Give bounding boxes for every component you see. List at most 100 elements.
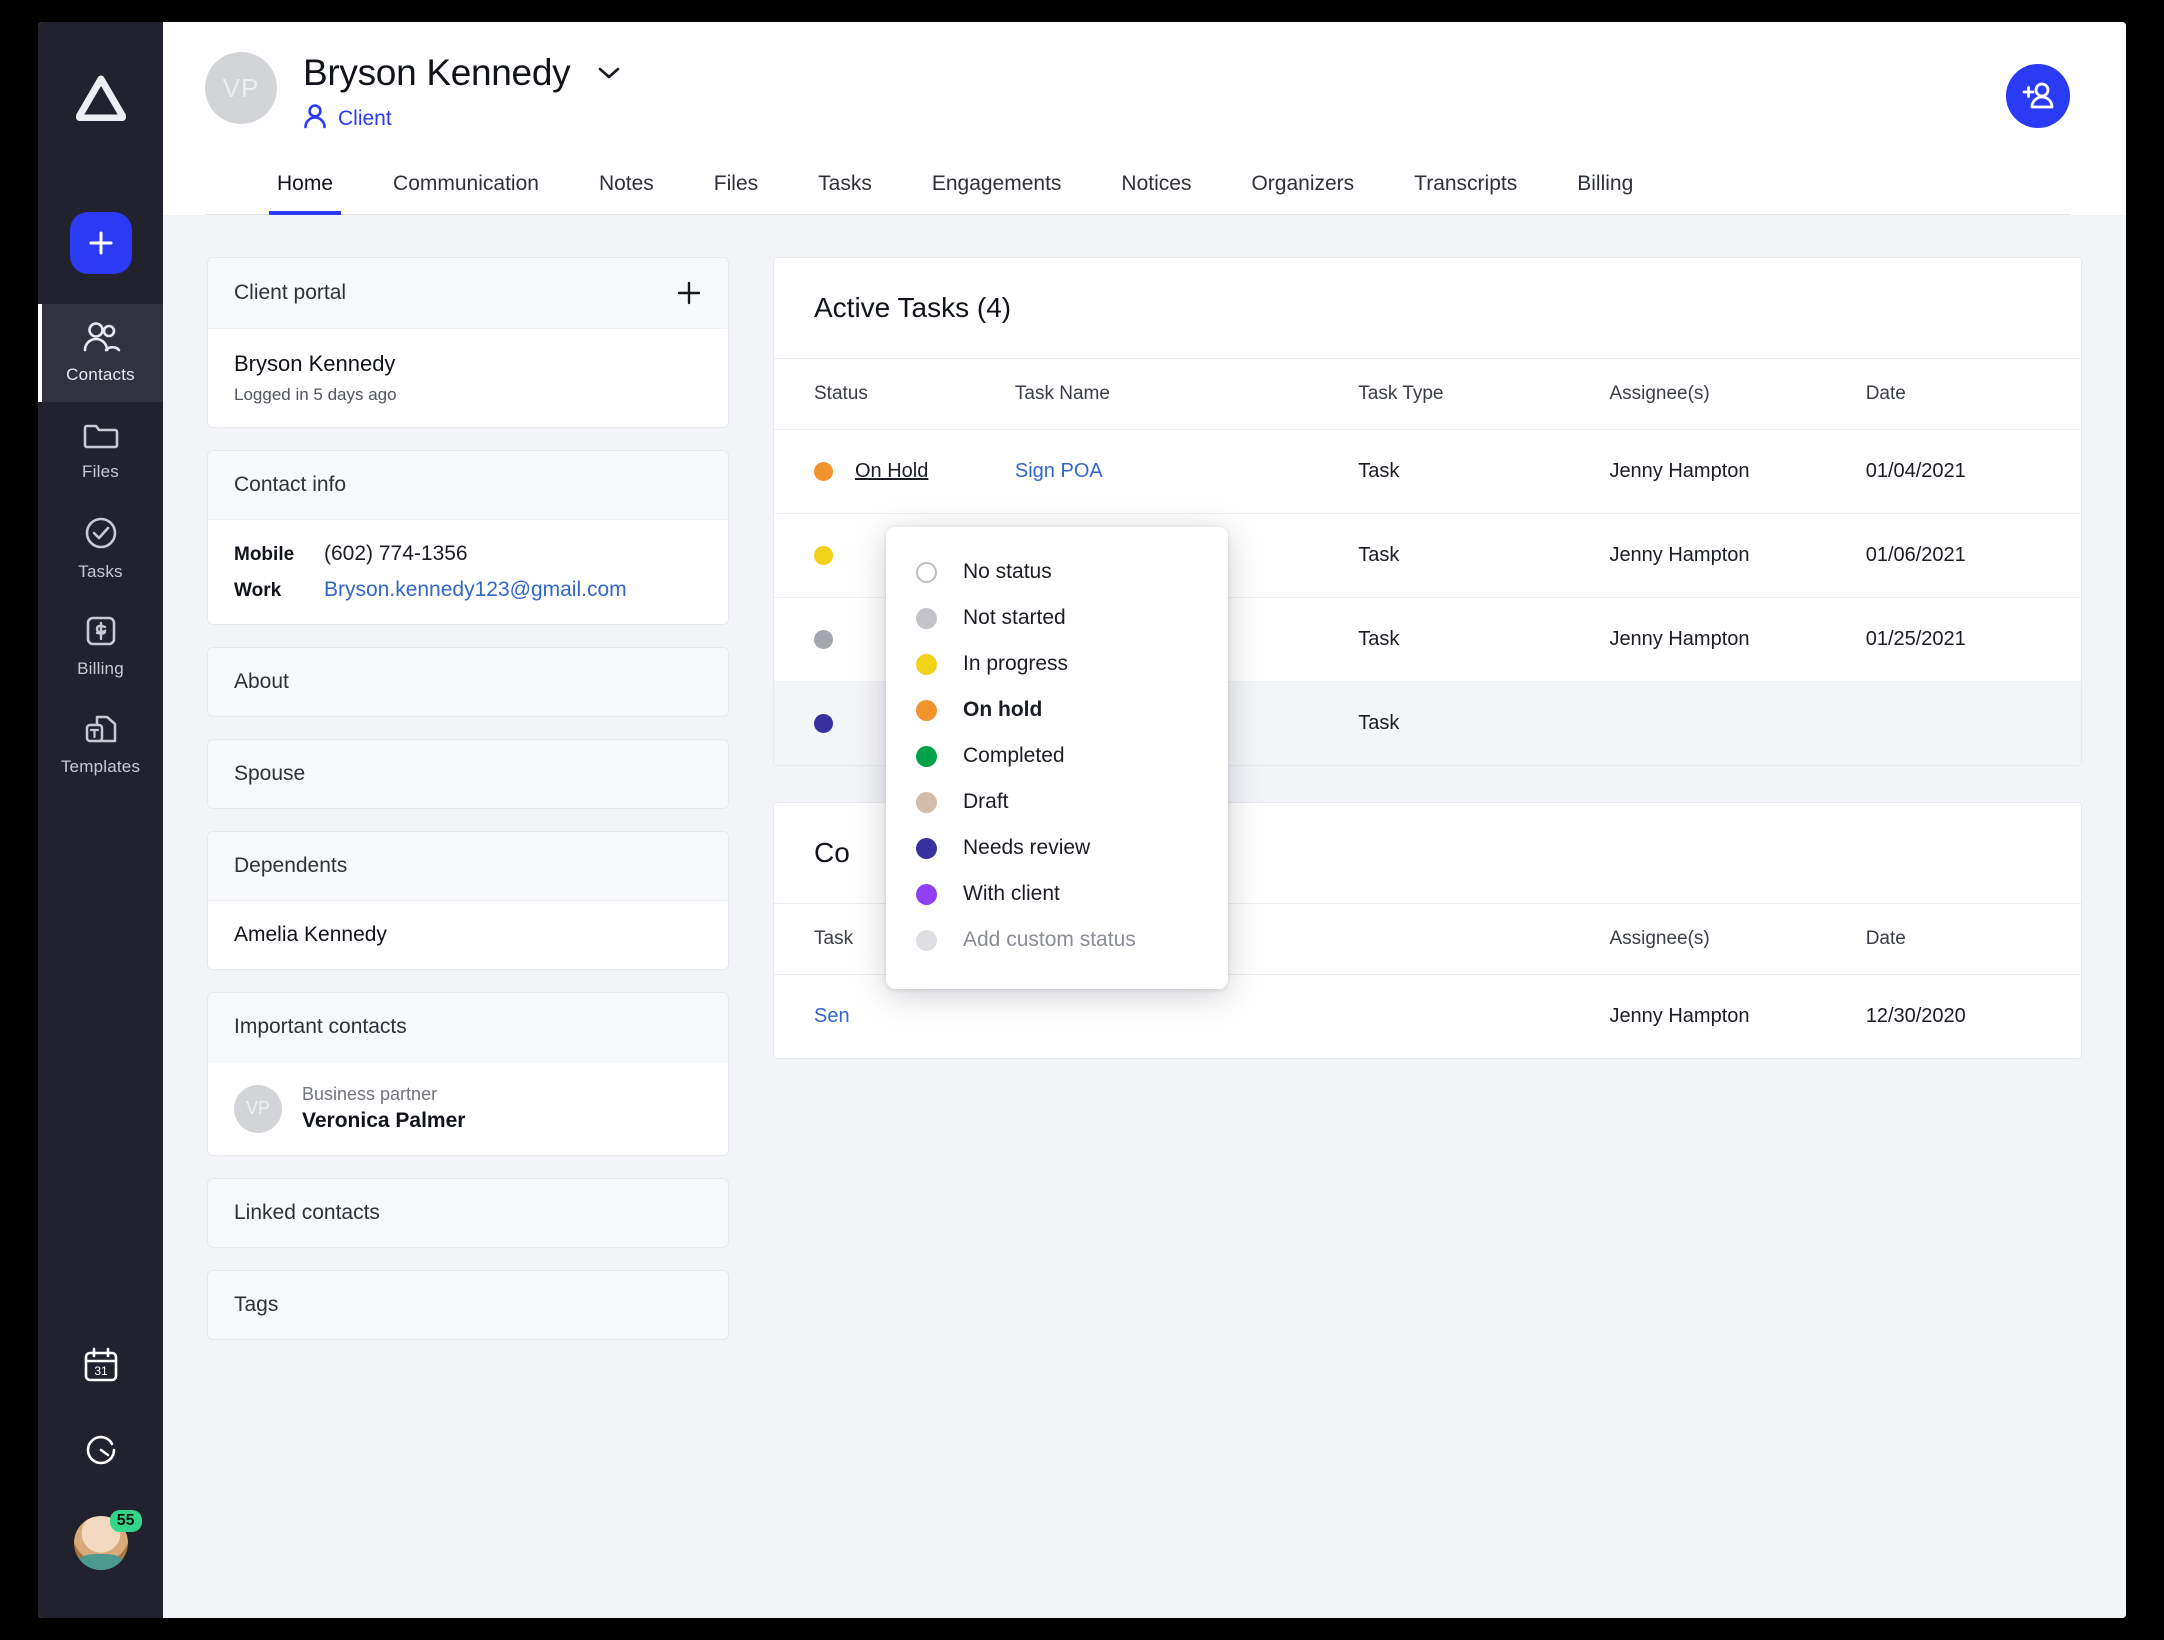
delta-logo-icon[interactable] — [73, 70, 129, 126]
status-option-label: Add custom status — [963, 928, 1136, 951]
cell-assignee: Jenny Hampton — [1609, 429, 1866, 514]
chevron-down-icon[interactable] — [596, 65, 622, 81]
dependents-card: Dependents Amelia Kennedy — [207, 831, 729, 970]
cell-date: 01/25/2021 — [1865, 597, 2081, 682]
table-row[interactable]: On Hold Sign POA Task Jenny Hampton 01/0… — [774, 429, 2081, 514]
card-title: Important contacts — [234, 1015, 407, 1038]
info-label: Work — [234, 580, 282, 601]
tab-billing[interactable]: Billing — [1547, 172, 1663, 214]
sidebar-item-label: Contacts — [66, 365, 135, 384]
important-contacts-body: VP Business partner Veronica Palmer — [208, 1062, 728, 1155]
contact-role: Business partner — [302, 1084, 438, 1104]
task-link[interactable]: Sign POA — [1015, 460, 1103, 482]
contact-info-body: Mobile (602) 774-1356 Work Bryson.kenned… — [208, 520, 728, 624]
timer-icon[interactable] — [82, 1431, 120, 1474]
tags-header: Tags — [208, 1271, 728, 1339]
linked-contacts-card[interactable]: Linked contacts — [207, 1178, 729, 1248]
tab-engagements[interactable]: Engagements — [902, 172, 1092, 214]
spouse-card[interactable]: Spouse — [207, 739, 729, 809]
contact-role-badge[interactable]: Client — [303, 103, 622, 134]
tab-home[interactable]: Home — [247, 172, 363, 215]
status-option-label: No status — [963, 560, 1052, 583]
dependents-header: Dependents — [208, 832, 728, 901]
status-option-with-client[interactable]: With client — [886, 871, 1228, 917]
about-card[interactable]: About — [207, 647, 729, 717]
contact-header: VP Bryson Kennedy Client Home Communicat… — [163, 22, 2126, 215]
create-new-button[interactable] — [69, 212, 132, 274]
tab-notes[interactable]: Notes — [569, 172, 684, 214]
plus-icon[interactable] — [676, 280, 702, 306]
tab-communication[interactable]: Communication — [363, 172, 569, 214]
active-tasks-title: Active Tasks (4) — [774, 258, 2081, 359]
status-dot[interactable] — [814, 546, 833, 565]
tab-files[interactable]: Files — [684, 172, 788, 214]
contact-tabs: Home Communication Notes Files Tasks Eng… — [205, 172, 2070, 215]
sidebar-item-tasks[interactable]: Tasks — [38, 500, 163, 598]
status-option-label: In progress — [963, 652, 1069, 675]
tab-transcripts[interactable]: Transcripts — [1384, 172, 1547, 214]
status-option-label: Needs review — [963, 836, 1091, 859]
user-avatar[interactable]: 55 — [73, 1510, 142, 1570]
cell-date: 01/04/2021 — [1865, 429, 2081, 514]
status-dot-icon — [916, 653, 937, 675]
client-portal-card: Client portal Bryson Kennedy Logged in 5… — [207, 257, 729, 428]
tab-notices[interactable]: Notices — [1091, 172, 1221, 214]
sidebar-item-files[interactable]: Files — [38, 402, 163, 500]
status-dot — [814, 462, 833, 481]
person-icon — [303, 103, 327, 134]
tab-organizers[interactable]: Organizers — [1221, 172, 1384, 214]
status-option-no-status[interactable]: No status — [886, 549, 1228, 595]
add-person-icon — [2022, 82, 2054, 109]
svg-text:31: 31 — [94, 1364, 108, 1378]
rail-nav-list: Contacts Files Tasks Billing Templates — [38, 304, 163, 794]
status-option-on-hold[interactable]: On hold — [886, 687, 1228, 733]
status-option-completed[interactable]: Completed — [886, 733, 1228, 779]
task-link[interactable]: Sen — [814, 1005, 850, 1027]
page-title: Bryson Kennedy — [303, 52, 571, 93]
column-header-date: Date — [1865, 904, 2081, 975]
sidebar-item-billing[interactable]: Billing — [38, 598, 163, 696]
status-dot[interactable] — [814, 630, 833, 649]
status-option-in-progress[interactable]: In progress — [886, 641, 1228, 687]
tab-tasks[interactable]: Tasks — [788, 172, 902, 214]
plus-icon — [89, 231, 112, 255]
sidebar-item-templates[interactable]: Templates — [38, 696, 163, 794]
sidebar-item-contacts[interactable]: Contacts — [38, 304, 163, 402]
card-title: Client portal — [234, 281, 347, 304]
status-option-not-started[interactable]: Not started — [886, 595, 1228, 641]
email-value[interactable]: Bryson.kennedy123@gmail.com — [324, 578, 627, 602]
card-title: Spouse — [234, 762, 306, 785]
status-badge[interactable]: On Hold — [855, 460, 928, 483]
status-option-label: With client — [963, 882, 1060, 905]
column-header-assignee: Assignee(s) — [1609, 359, 1866, 430]
status-dot-icon — [916, 929, 937, 951]
cell-assignee — [1609, 681, 1866, 765]
status-option-add-custom[interactable]: Add custom status — [886, 917, 1228, 963]
tags-card[interactable]: Tags — [207, 1270, 729, 1340]
dollar-box-icon — [85, 615, 117, 652]
cell-date: 01/06/2021 — [1865, 513, 2081, 598]
sidebar-item-label: Templates — [60, 757, 141, 776]
calendar-31-icon[interactable]: 31 — [82, 1346, 120, 1389]
list-item[interactable]: Amelia Kennedy — [234, 923, 702, 947]
add-person-button[interactable] — [2006, 64, 2070, 128]
cell-task-type: Task — [1358, 513, 1610, 598]
status-option-label: On hold — [963, 698, 1043, 721]
portal-user-name: Bryson Kennedy — [234, 351, 396, 376]
status-option-draft[interactable]: Draft — [886, 779, 1228, 825]
client-portal-header: Client portal — [208, 258, 728, 329]
list-item[interactable]: VP Business partner Veronica Palmer — [234, 1084, 702, 1133]
cell-task-name: Sign POA — [1014, 429, 1359, 514]
notification-badge[interactable]: 55 — [109, 1510, 142, 1533]
status-dot[interactable] — [814, 714, 833, 733]
mobile-value: (602) 774-1356 — [324, 542, 468, 565]
cell-assignee: Jenny Hampton — [1609, 513, 1866, 598]
status-dropdown-menu[interactable]: No status Not started In progress On hol… — [886, 527, 1228, 989]
status-option-needs-review[interactable]: Needs review — [886, 825, 1228, 871]
portal-last-login: Logged in 5 days ago — [234, 385, 397, 404]
app-window: Contacts Files Tasks Billing Templates 3… — [38, 22, 2126, 1618]
column-header-assignee: Assignee(s) — [1609, 904, 1866, 975]
column-header-status: Status — [774, 359, 1015, 430]
cell-status: On Hold — [774, 429, 1015, 514]
sidebar-item-label: Files — [82, 462, 119, 481]
